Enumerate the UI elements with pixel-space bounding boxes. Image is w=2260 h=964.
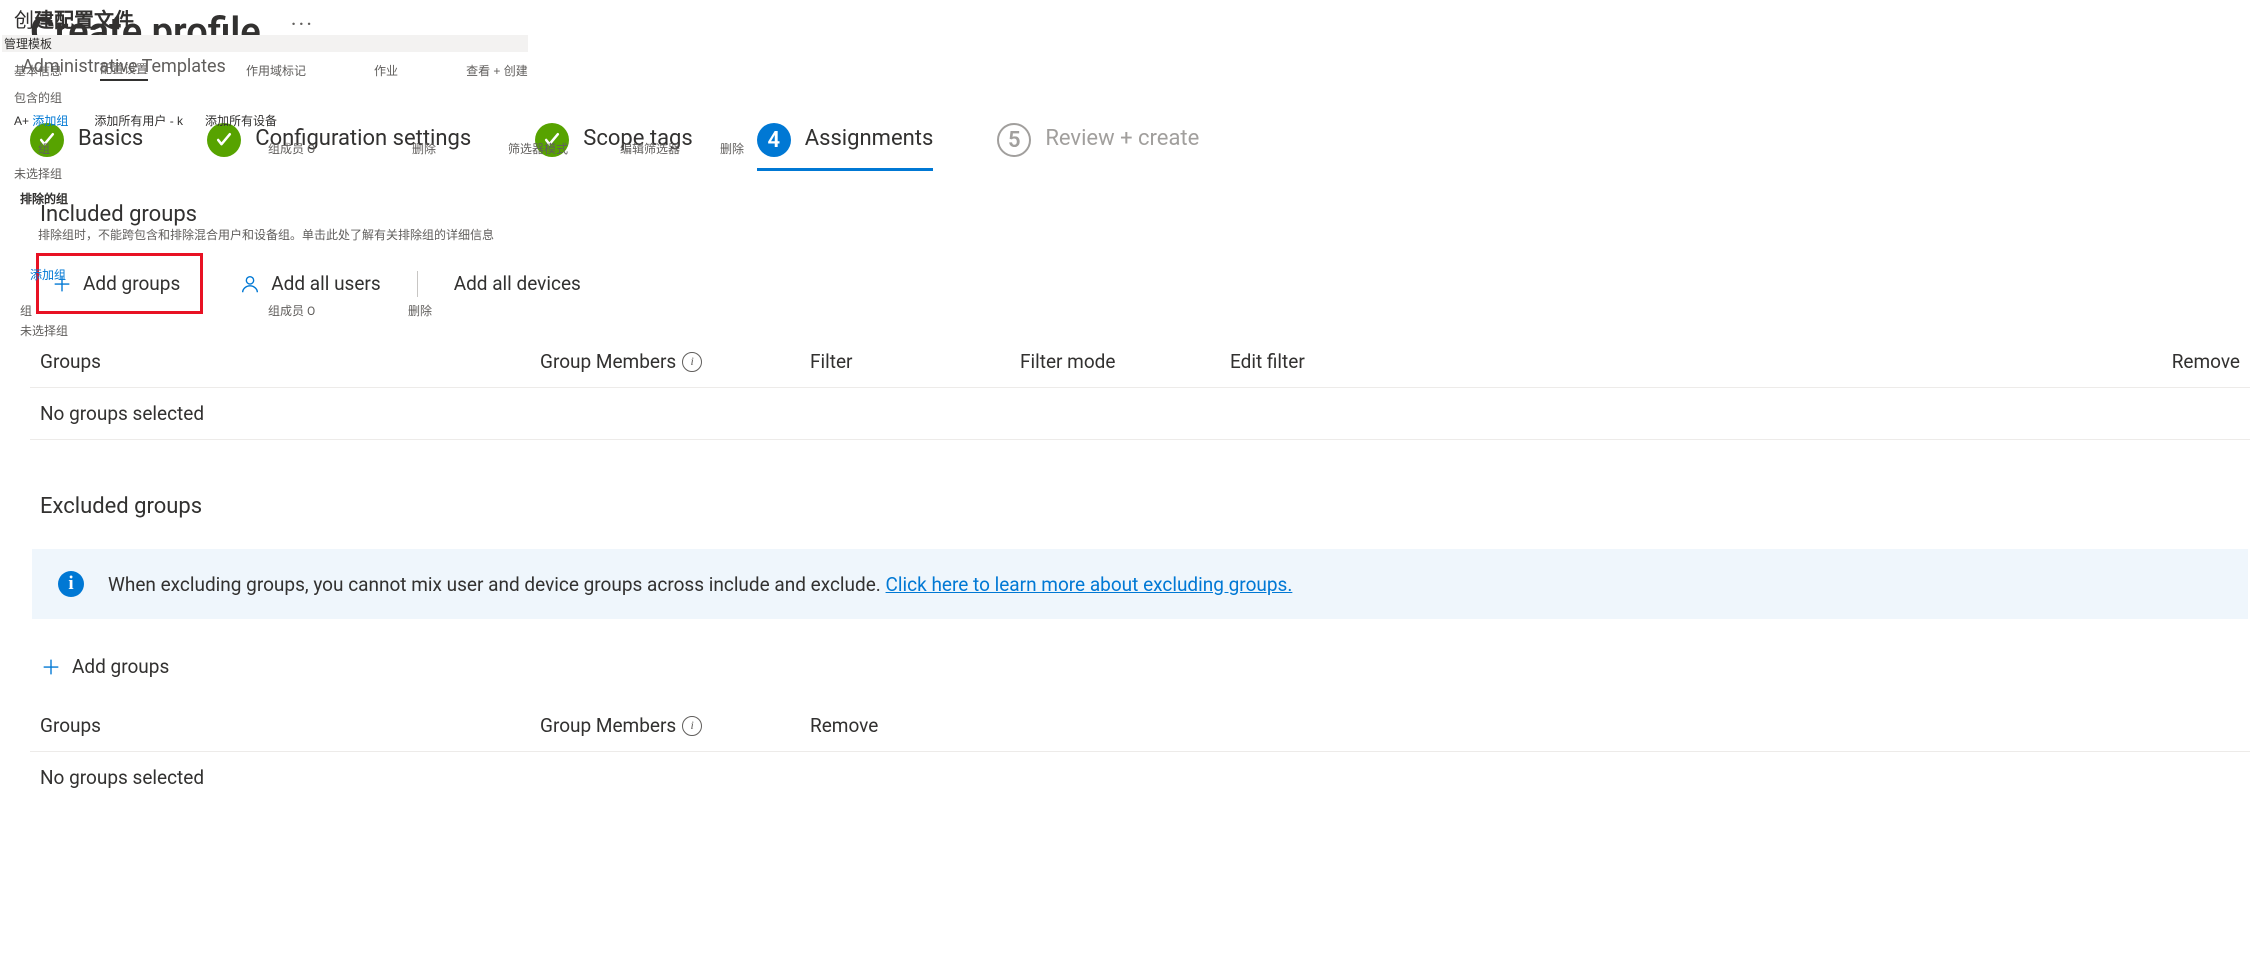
info-icon[interactable]: i <box>682 352 702 372</box>
person-icon <box>239 273 261 295</box>
col-filter-mode[interactable]: Filter mode <box>1020 350 1230 373</box>
excluded-empty-text: No groups selected <box>40 766 540 789</box>
col-group-members[interactable]: Group Membersi <box>540 714 810 737</box>
col-remove[interactable]: Remove <box>810 714 2240 737</box>
ghost-col-group: 组 <box>20 302 32 319</box>
info-icon: i <box>58 571 84 597</box>
included-empty-text: No groups selected <box>40 402 540 425</box>
step-number: 4 <box>757 123 791 157</box>
add-groups-excluded-button[interactable]: Add groups <box>40 655 169 678</box>
col-edit-filter[interactable]: Edit filter <box>1230 350 1440 373</box>
add-groups-button[interactable]: Add groups <box>51 272 180 295</box>
col-filter[interactable]: Filter <box>810 350 1020 373</box>
col-groups[interactable]: Groups <box>40 714 540 737</box>
ghost-overlay: 创建配置文件 管理模板 基本信息 配置设置 作用域标记 作业 查看 + 创建 包… <box>0 0 528 182</box>
ghost-label: 编辑筛选器 <box>620 140 680 157</box>
ghost-label: 删除 <box>720 140 744 157</box>
divider <box>417 271 418 297</box>
col-groups[interactable]: Groups <box>40 350 540 373</box>
ghost-excluded-title: 排除的组 <box>20 190 68 207</box>
add-all-devices-button[interactable]: Add all devices <box>454 272 581 295</box>
included-groups-heading: Included groups <box>40 202 2260 227</box>
banner-text: When excluding groups, you cannot mix us… <box>108 573 886 596</box>
plus-icon <box>40 656 62 678</box>
add-all-users-button[interactable]: Add all users <box>239 272 380 295</box>
ghost-addgroup-cn: 添加组 <box>30 266 66 283</box>
ghost-col-members: 组成员 O <box>268 302 315 319</box>
ghost-exclude-note: 排除组时，不能跨包含和排除混合用户和设备组。单击此处了解有关排除组的详细信息 <box>38 226 494 243</box>
info-icon[interactable]: i <box>682 716 702 736</box>
excluded-groups-heading: Excluded groups <box>40 494 2260 519</box>
banner-learn-more-link[interactable]: Click here to learn more about excluding… <box>886 573 1293 596</box>
col-remove[interactable]: Remove <box>1440 350 2240 373</box>
ghost-not-selected: 未选择组 <box>20 322 68 339</box>
highlight-box: Add groups <box>36 253 203 314</box>
step-assignments[interactable]: 4 Assignments <box>757 123 934 171</box>
step-number: 5 <box>997 123 1031 157</box>
excluded-groups-table: Groups Group Membersi Remove No groups s… <box>30 700 2250 803</box>
included-groups-table: Groups Group Membersi Filter Filter mode… <box>30 336 2250 440</box>
exclude-info-banner: i When excluding groups, you cannot mix … <box>32 549 2248 619</box>
ghost-col-delete: 删除 <box>408 302 432 319</box>
step-review-create[interactable]: 5 Review + create <box>997 123 1199 154</box>
col-group-members[interactable]: Group Membersi <box>540 350 810 373</box>
